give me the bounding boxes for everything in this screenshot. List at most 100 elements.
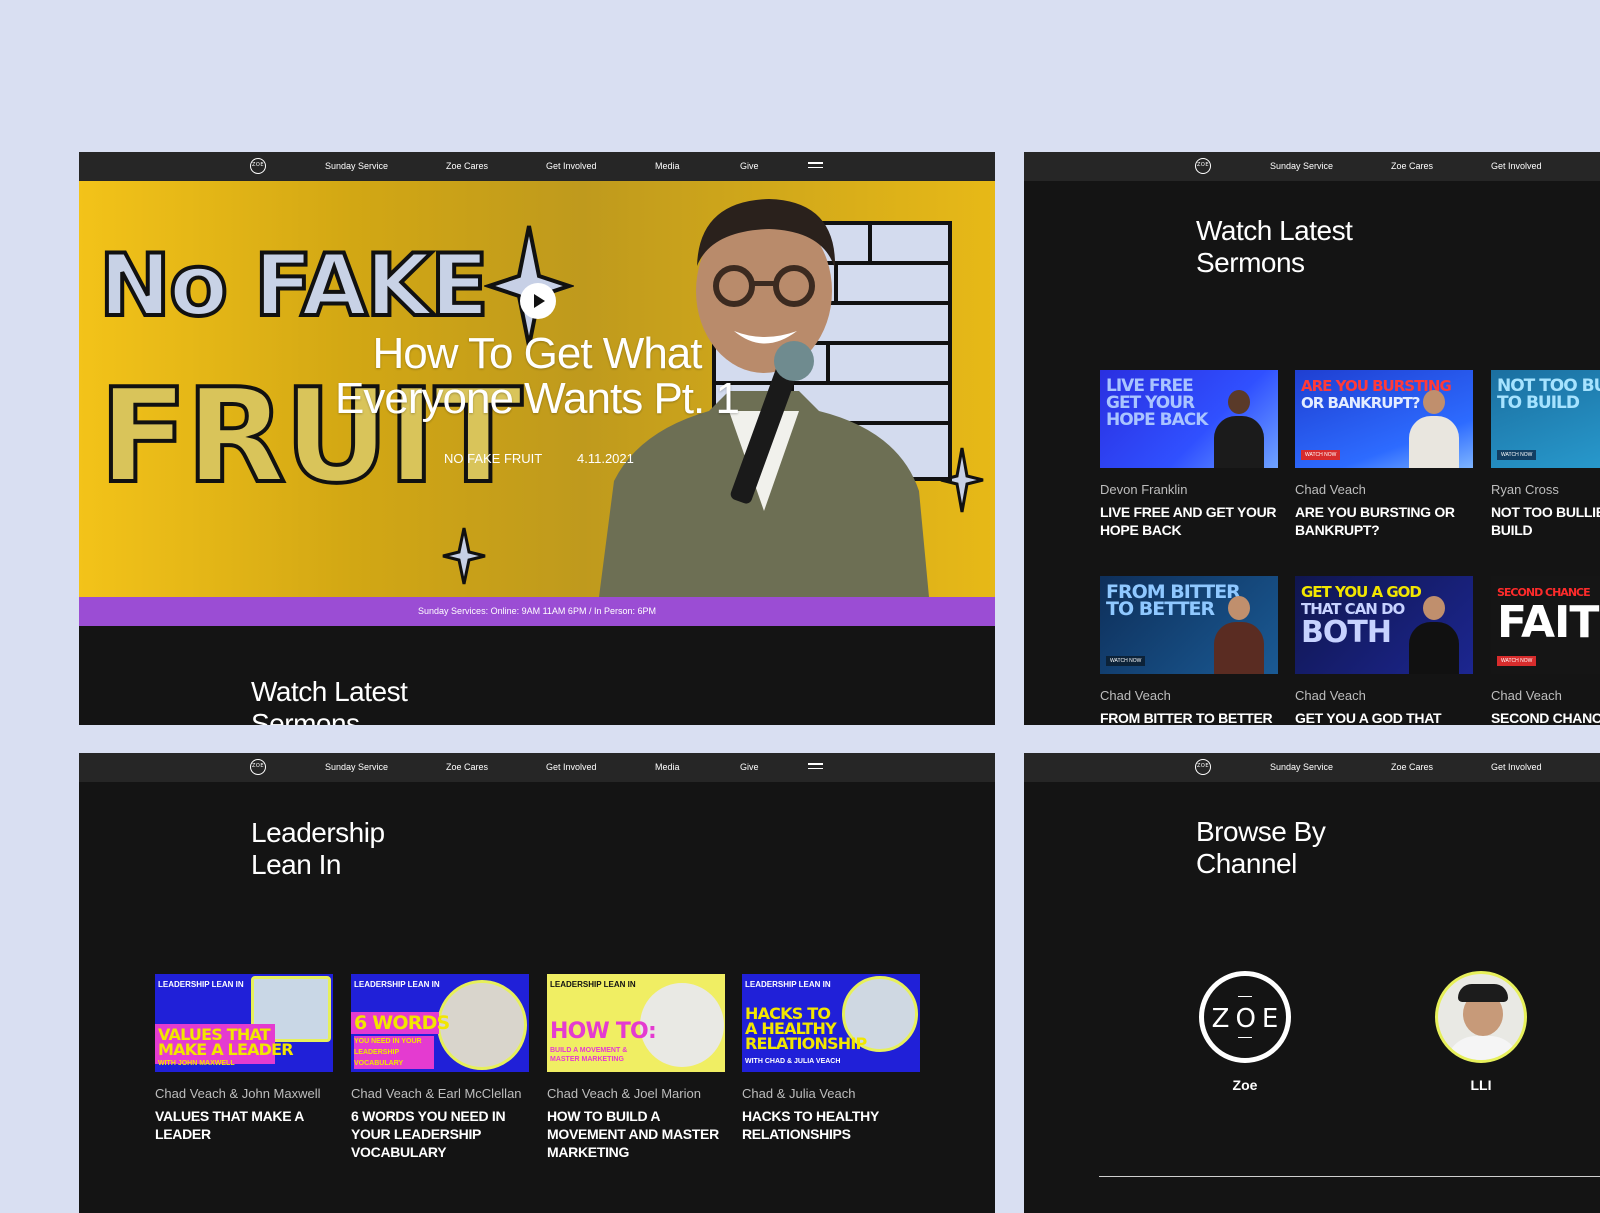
sermon-speaker: Chad Veach (1295, 688, 1366, 703)
hero-series[interactable]: NO FAKE FRUIT (444, 451, 542, 466)
leadership-thumbnail: LEADERSHIP LEAN IN 6 WORDS YOU NEED IN Y… (351, 974, 529, 1072)
leadership-speaker: Chad Veach & Earl McClellan (351, 1086, 522, 1101)
menu-icon[interactable] (808, 763, 823, 771)
zoe-logo-icon[interactable]: ZOE (1195, 759, 1211, 775)
thumbnail-text: LEADERSHIP LEAN IN (550, 980, 636, 989)
sermon-title: NOT TOO BULLIED TO BUILD (1491, 504, 1600, 538)
channel-lli[interactable]: LLI (1432, 971, 1530, 1093)
section-heading: Browse By Channel (1196, 816, 1326, 879)
nav-get-involved[interactable]: Get Involved (1491, 161, 1542, 171)
watch-now-badge: WATCH NOW (1497, 656, 1537, 666)
sermon-title: GET YOU A GOD THAT CAN (1295, 710, 1442, 725)
leadership-thumbnail: LEADERSHIP LEAN IN VALUES THAT MAKE A LEA… (155, 974, 333, 1072)
leadership-thumbnail: LEADERSHIP LEAN IN HACKS TO A HEALTHY RELA… (742, 974, 920, 1072)
nav-media[interactable]: Media (655, 161, 680, 171)
sermon-thumbnail: GET YOU A GOD THAT CAN DO BOTH (1295, 576, 1473, 674)
nav-sunday-service[interactable]: Sunday Service (325, 762, 388, 772)
sermon-card[interactable]: SECOND CHANCEFAITH WATCH NOW Chad Veach … (1491, 576, 1600, 725)
top-nav: ZOE Sunday Service Zoe Cares Get Involve… (79, 152, 995, 181)
watch-now-badge: WATCH NOW (1301, 450, 1341, 460)
channel-name: LLI (1470, 1077, 1492, 1093)
thumbnail-text: VALUES THAT MAKE A LEADER (158, 1025, 294, 1059)
zoe-channel-logo-icon: ZOE (1199, 971, 1291, 1063)
zoe-logo-icon[interactable]: ZOE (250, 759, 266, 775)
speaker-figure (1206, 384, 1270, 468)
sermon-thumbnail: NOT TOO BULLIEDTO BUILD WATCH NOW (1491, 370, 1600, 468)
nav-get-involved[interactable]: Get Involved (1491, 762, 1542, 772)
sermon-card[interactable]: FROM BITTER TO BETTER WATCH NOW Chad Veac… (1100, 576, 1278, 725)
nav-give[interactable]: Give (740, 161, 759, 171)
speaker-figure (1401, 590, 1465, 674)
thumbnail-text: WITH CHAD & JULIA VEACH (745, 1058, 841, 1065)
leadership-speaker: Chad & Julia Veach (742, 1086, 856, 1101)
sermon-card[interactable]: LIVE FREE GET YOUR HOPE BACK Devon Frankli… (1100, 370, 1278, 539)
sermon-card[interactable]: ARE YOU BURSTING OR BANKRUPT? WATCH NOW C… (1295, 370, 1473, 539)
hero-title: How To Get What Everyone Wants Pt. 1 (335, 329, 740, 423)
sermon-thumbnail: SECOND CHANCEFAITH WATCH NOW (1491, 576, 1600, 674)
hero-art-text: No FAKE (97, 236, 491, 336)
thumbnail-text: WITH JOHN MAXWELL (158, 1060, 235, 1067)
leadership-card[interactable]: LEADERSHIP LEAN IN 6 WORDS YOU NEED IN Y… (351, 974, 529, 1161)
sermon-thumbnail: FROM BITTER TO BETTER WATCH NOW (1100, 576, 1278, 674)
top-nav: ZOE Sunday Service Zoe Cares Get Involve… (79, 753, 995, 782)
nav-give[interactable]: Give (740, 762, 759, 772)
zoe-logo-icon[interactable]: ZOE (1195, 158, 1211, 174)
sermon-card[interactable]: NOT TOO BULLIEDTO BUILD WATCH NOW Ryan C… (1491, 370, 1600, 539)
leadership-speaker: Chad Veach & Joel Marion (547, 1086, 701, 1101)
channel-name: Zoe (1232, 1077, 1258, 1093)
nav-get-involved[interactable]: Get Involved (546, 161, 597, 171)
leadership-thumbnail: LEADERSHIP LEAN IN HOW TO: BUILD A MOVEM… (547, 974, 725, 1072)
nav-sunday-service[interactable]: Sunday Service (1270, 762, 1333, 772)
nav-sunday-service[interactable]: Sunday Service (1270, 161, 1333, 171)
thumbnail-text: YOU NEED IN YOUR LEADERSHIP VOCABULARY (354, 1036, 434, 1069)
thumbnail-text: HACKS TO A HEALTHY RELATIONSHIP (745, 1004, 867, 1053)
thumbnail-text: LIVE FREE GET YOUR HOPE BACK (1106, 376, 1208, 430)
top-nav: ZOE Sunday Service Zoe Cares Get Involve… (1024, 753, 1600, 782)
nav-sunday-service[interactable]: Sunday Service (325, 161, 388, 171)
channels-panel: ZOE Sunday Service Zoe Cares Get Involve… (1024, 753, 1600, 1213)
leadership-panel: ZOE Sunday Service Zoe Cares Get Involve… (79, 753, 995, 1213)
thumbnail-text: 6 WORDS (354, 1012, 450, 1034)
section-heading: Watch Latest Sermons (251, 676, 408, 725)
section-heading: Watch Latest Sermons (1196, 215, 1353, 278)
channel-zoe[interactable]: ZOE Zoe (1196, 971, 1294, 1093)
thumbnail-text: BUILD A MOVEMENT & MASTER MARKETING (550, 1047, 628, 1063)
nav-media[interactable]: Media (655, 762, 680, 772)
hero-video[interactable]: No FAKE FRUIT How To Get What Everyone W… (79, 181, 995, 597)
sermon-speaker: Devon Franklin (1100, 482, 1188, 497)
sermon-title: FROM BITTER TO BETTER (1100, 710, 1273, 725)
sermon-title: ARE YOU BURSTING OR BANKRUPT? (1295, 504, 1455, 538)
service-times-banner: Sunday Services: Online: 9AM 11AM 6PM / … (79, 597, 995, 626)
sermon-thumbnail: LIVE FREE GET YOUR HOPE BACK (1100, 370, 1278, 468)
nav-get-involved[interactable]: Get Involved (546, 762, 597, 772)
sermon-speaker: Chad Veach (1491, 688, 1562, 703)
nav-zoe-cares[interactable]: Zoe Cares (446, 161, 488, 171)
nav-zoe-cares[interactable]: Zoe Cares (446, 762, 488, 772)
leadership-card[interactable]: LEADERSHIP LEAN IN VALUES THAT MAKE A LEA… (155, 974, 333, 1143)
thumbnail-text: LEADERSHIP LEAN IN (158, 980, 244, 989)
sermon-card[interactable]: GET YOU A GOD THAT CAN DO BOTH Chad Veach … (1295, 576, 1473, 725)
menu-icon[interactable] (808, 162, 823, 170)
nav-zoe-cares[interactable]: Zoe Cares (1391, 161, 1433, 171)
sermons-panel: ZOE Sunday Service Zoe Cares Get Involve… (1024, 152, 1600, 725)
thumbnail-text: LEADERSHIP LEAN IN (354, 980, 440, 989)
thumbnail-text: SECOND CHANCEFAITH (1497, 586, 1600, 648)
sermon-speaker: Chad Veach (1295, 482, 1366, 497)
hero-date: 4.11.2021 (577, 451, 634, 466)
zoe-logo-icon[interactable]: ZOE (250, 158, 266, 174)
divider (1099, 1176, 1600, 1177)
watch-now-badge: WATCH NOW (1497, 450, 1537, 460)
sparkle-icon (442, 527, 486, 585)
play-button[interactable] (520, 283, 556, 319)
thumbnail-text: LEADERSHIP LEAN IN (745, 980, 831, 989)
leadership-title: 6 WORDS YOU NEED IN YOUR LEADERSHIP VOCA… (351, 1108, 506, 1160)
leadership-card[interactable]: LEADERSHIP LEAN IN HACKS TO A HEALTHY RELA… (742, 974, 920, 1143)
sermon-title: LIVE FREE AND GET YOUR HOPE BACK (1100, 504, 1277, 538)
thumbnail-text: NOT TOO BULLIEDTO BUILD (1497, 376, 1600, 413)
leadership-title: HACKS TO HEALTHY RELATIONSHIPS (742, 1108, 879, 1142)
speaker-figure (1206, 590, 1270, 674)
thumbnail-text: HOW TO: (550, 1019, 657, 1044)
nav-zoe-cares[interactable]: Zoe Cares (1391, 762, 1433, 772)
homepage-panel: ZOE Sunday Service Zoe Cares Get Involve… (79, 152, 995, 725)
leadership-card[interactable]: LEADERSHIP LEAN IN HOW TO: BUILD A MOVEM… (547, 974, 725, 1161)
